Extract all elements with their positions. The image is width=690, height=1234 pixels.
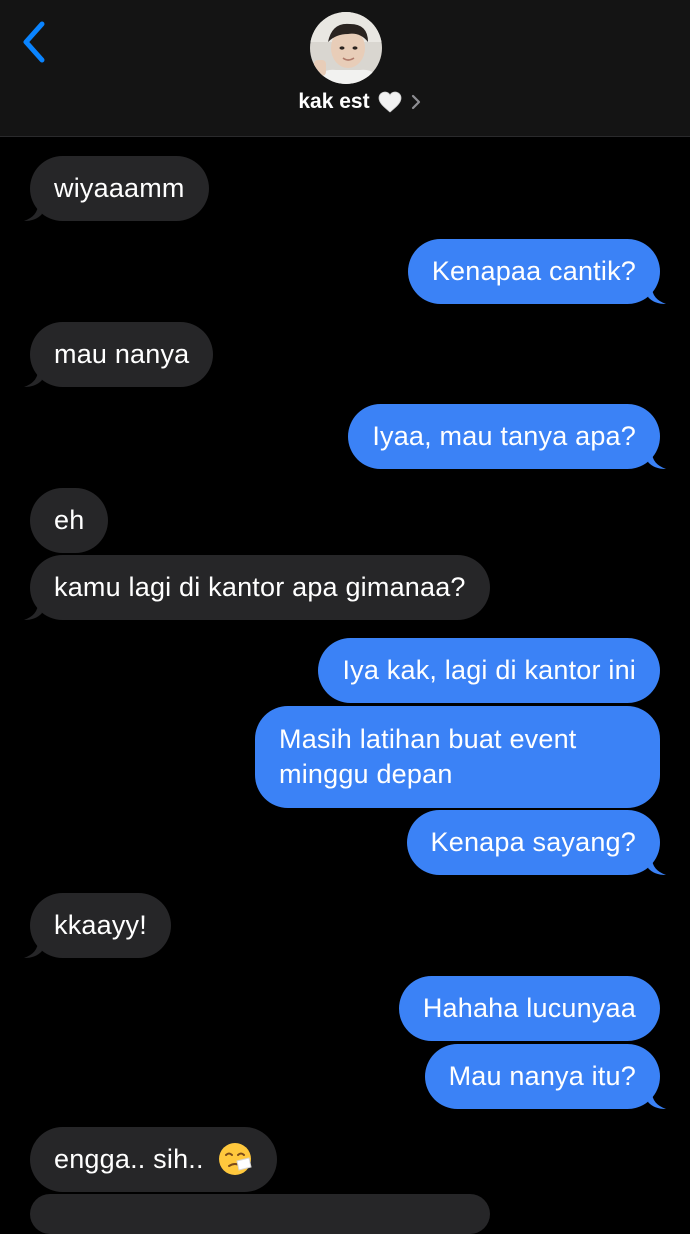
message-text: Kenapaa cantik? <box>431 256 636 286</box>
sent-message[interactable]: Masih latihan buat event minggu depan <box>255 706 660 808</box>
received-message[interactable]: mau nanya <box>30 322 214 387</box>
message-text: eh <box>54 505 85 535</box>
sent-message[interactable]: Mau nanya itu? <box>424 1044 660 1109</box>
sent-message[interactable]: Hahaha lucunyaa <box>398 976 660 1041</box>
message-text: Masih latihan buat event minggu depan <box>279 724 577 789</box>
message-text: mau nanya <box>54 339 190 369</box>
received-message[interactable] <box>30 1194 490 1234</box>
received-message[interactable]: wiyaaamm <box>30 156 209 221</box>
message-text: kkaayy! <box>54 910 147 940</box>
sent-message[interactable]: Iyaa, mau tanya apa? <box>348 404 660 469</box>
sent-message[interactable]: Kenapa sayang? <box>406 810 660 875</box>
received-message[interactable]: eh <box>30 488 109 553</box>
sent-message[interactable]: Iya kak, lagi di kantor ini <box>318 638 660 703</box>
received-message[interactable]: kkaayy! <box>30 893 171 958</box>
message-text: kamu lagi di kantor apa gimanaa? <box>54 572 466 602</box>
message-text: engga.. sih.. <box>54 1144 204 1174</box>
sneezing-face-icon <box>219 1142 252 1175</box>
message-text: wiyaaamm <box>54 173 185 203</box>
message-text: Iya kak, lagi di kantor ini <box>342 655 636 685</box>
message-text: Mau nanya itu? <box>448 1061 636 1091</box>
message-text: Kenapa sayang? <box>430 827 636 857</box>
sent-message[interactable]: Kenapaa cantik? <box>407 239 660 304</box>
message-list: wiyaaamm Kenapaa cantik? mau nanya Iyaa,… <box>0 0 690 1234</box>
bubble-tail <box>648 1092 666 1109</box>
bubble-tail <box>648 452 666 469</box>
bubble-tail <box>24 370 42 387</box>
bubble-tail <box>648 287 666 304</box>
message-text: Iyaa, mau tanya apa? <box>372 421 636 451</box>
message-text: Hahaha lucunyaa <box>422 993 636 1023</box>
received-message[interactable]: engga.. sih.. <box>30 1127 278 1192</box>
received-message[interactable]: kamu lagi di kantor apa gimanaa? <box>30 555 490 620</box>
bubble-tail <box>24 204 42 221</box>
bubble-tail <box>24 603 42 620</box>
bubble-tail <box>24 941 42 958</box>
bubble-tail <box>648 858 666 875</box>
